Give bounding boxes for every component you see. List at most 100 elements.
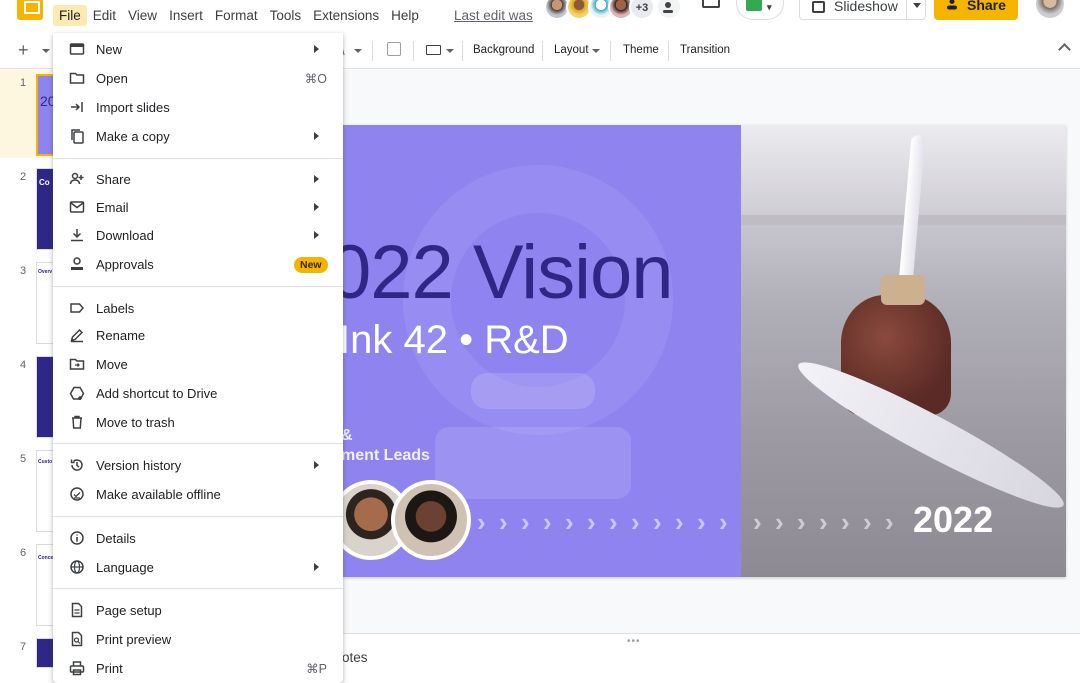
menu-item-open[interactable]: Open ⌘O: [53, 64, 343, 93]
top-bar: File Edit View Insert Format Tools Exten…: [0, 0, 1080, 32]
inkwell-cork: [881, 275, 925, 305]
collapse-toolbar-icon[interactable]: [1058, 43, 1071, 56]
menu-item-page-setup[interactable]: Page setup: [53, 596, 343, 625]
meet-icon: [746, 0, 762, 11]
menu-help[interactable]: Help: [385, 5, 425, 26]
slide-number: 4: [20, 359, 27, 371]
menu-item-email[interactable]: Email: [53, 193, 343, 222]
menu-tools[interactable]: Tools: [264, 5, 308, 26]
theme-button[interactable]: Theme: [623, 44, 659, 56]
submenu-arrow-icon: [314, 132, 319, 140]
last-edit-link[interactable]: Last edit was: [454, 8, 533, 23]
insert-comment-icon[interactable]: [387, 42, 401, 56]
more-collaborators-badge[interactable]: +3: [629, 0, 655, 20]
menu-item-label: Make available offline: [96, 487, 221, 502]
slide-number: 6: [20, 547, 27, 559]
menu-item-new[interactable]: New: [53, 35, 343, 64]
photo-window: [741, 125, 1066, 225]
menu-item-label: Share: [96, 172, 131, 187]
menu-item-label: Version history: [96, 458, 182, 473]
menu-item-make-a-copy[interactable]: Make a copy: [53, 122, 343, 151]
print-preview-icon: [71, 631, 83, 647]
menu-bar: File Edit View Insert Format Tools Exten…: [53, 2, 425, 28]
menu-item-download[interactable]: Download: [53, 221, 343, 250]
chevron-right-icon: ›: [885, 507, 894, 537]
background-button[interactable]: Background: [473, 44, 534, 56]
menu-item-approvals[interactable]: Approvals New: [53, 250, 343, 279]
layout-button[interactable]: Layout: [554, 44, 589, 56]
slides-logo-icon[interactable]: [17, 0, 43, 20]
chevron-right-icon: ›: [775, 507, 784, 537]
shortcut-hint: ⌘P: [306, 662, 327, 676]
slide-year[interactable]: 2022: [913, 499, 993, 541]
menu-file[interactable]: File: [53, 4, 87, 26]
menu-item-version-history[interactable]: Version history: [53, 451, 343, 480]
file-menu: New Open ⌘O Import slides Make a copy Sh…: [53, 33, 343, 683]
menu-item-label: Language: [96, 560, 154, 575]
chevron-right-icon: ›: [521, 507, 530, 537]
chevron-right-icon: ›: [543, 507, 552, 537]
menu-item-import-slides[interactable]: Import slides: [53, 93, 343, 122]
menu-view[interactable]: View: [122, 5, 163, 26]
slide-title[interactable]: 022 Vision: [343, 229, 674, 316]
menu-item-move-to-trash[interactable]: Move to trash: [53, 408, 343, 437]
meet-button[interactable]: ▾: [736, 0, 784, 20]
add-people-icon[interactable]: [656, 0, 682, 20]
transition-button[interactable]: Transition: [680, 44, 730, 56]
person-add-icon: [69, 172, 84, 185]
chevron-down-icon[interactable]: [592, 49, 600, 53]
menu-item-print-preview[interactable]: Print preview: [53, 625, 343, 654]
chevron-down-icon[interactable]: [354, 49, 362, 53]
chevron-down-icon: ▾: [767, 2, 772, 12]
team-member-photo[interactable]: [391, 480, 471, 560]
slide-role-text[interactable]: ment Leads: [343, 447, 430, 465]
import-icon: [71, 102, 83, 112]
menu-item-language[interactable]: Language: [53, 553, 343, 582]
resize-handle-icon[interactable]: •••: [627, 636, 641, 647]
add-slide-icon[interactable]: +: [18, 40, 29, 61]
slideshow-button[interactable]: Slideshow: [799, 0, 926, 20]
menu-insert[interactable]: Insert: [163, 5, 209, 26]
menu-item-label: Open: [96, 71, 128, 86]
share-button[interactable]: Share: [934, 0, 1018, 20]
menu-item-label: Page setup: [96, 603, 162, 618]
menu-item-labels[interactable]: Labels: [53, 294, 343, 323]
menu-item-move[interactable]: Move: [53, 350, 343, 379]
rename-icon: [70, 328, 84, 343]
menu-edit[interactable]: Edit: [87, 5, 122, 26]
menu-item-share[interactable]: Share: [53, 165, 343, 194]
chevron-right-icon: ›: [631, 507, 640, 537]
slide-subtitle[interactable]: Ink 42 • R&D: [343, 318, 569, 363]
decorative-shape: [435, 427, 631, 499]
submenu-arrow-icon: [314, 203, 319, 211]
copy-icon: [71, 129, 84, 144]
slide-role-text[interactable]: &: [343, 427, 353, 445]
menu-item-rename[interactable]: Rename: [53, 321, 343, 350]
slide[interactable]: 022 Vision Ink 42 • R&D & ment Leads › ›…: [343, 125, 1066, 577]
chevron-right-icon: ›: [753, 507, 762, 537]
menu-item-label: Labels: [96, 301, 135, 316]
menu-item-make-available-offline[interactable]: Make available offline: [53, 480, 343, 509]
account-avatar[interactable]: [1036, 0, 1064, 18]
chevron-right-icon: ›: [863, 507, 872, 537]
chevron-down-icon[interactable]: [913, 3, 921, 8]
chevron-down-icon[interactable]: [446, 49, 454, 53]
slideshow-label: Slideshow: [834, 0, 898, 14]
menu-item-print[interactable]: Print ⌘P: [53, 654, 343, 683]
menu-item-label: Download: [96, 228, 154, 243]
comment-history-icon[interactable]: [702, 0, 720, 8]
menu-divider: [53, 588, 343, 589]
label-icon: [70, 303, 84, 313]
inkwell-photo[interactable]: [741, 125, 1066, 577]
share-label: Share: [967, 0, 1006, 13]
menu-format[interactable]: Format: [209, 5, 264, 26]
input-tools-icon[interactable]: [426, 45, 441, 55]
speaker-notes-placeholder[interactable]: otes: [342, 650, 368, 665]
slide-number: 5: [20, 453, 27, 465]
menu-item-details[interactable]: Details: [53, 524, 343, 553]
chevron-down-icon[interactable]: [42, 49, 50, 53]
menu-extensions[interactable]: Extensions: [307, 5, 385, 26]
menu-divider: [53, 158, 343, 159]
menu-item-add-shortcut-to-drive[interactable]: Add shortcut to Drive: [53, 379, 343, 408]
chevron-right-icon: ›: [697, 507, 706, 537]
